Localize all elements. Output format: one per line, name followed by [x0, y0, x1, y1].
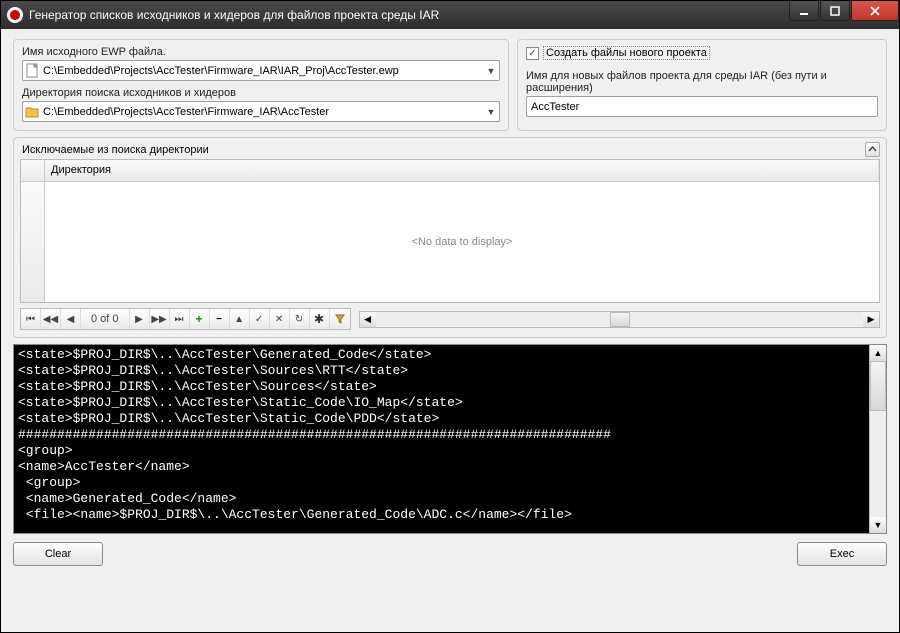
minimize-button[interactable]: [789, 1, 819, 21]
create-project-label[interactable]: Создать файлы нового проекта: [543, 46, 710, 60]
nav-first-button[interactable]: ⏮: [21, 309, 41, 329]
close-button[interactable]: [851, 1, 899, 21]
nav-next-button[interactable]: ▶: [130, 309, 150, 329]
app-icon: [7, 7, 23, 23]
chevron-up-icon: [868, 145, 877, 154]
scroll-right-icon[interactable]: ▶: [863, 312, 879, 327]
minimize-icon: [799, 6, 809, 16]
chevron-down-icon[interactable]: ▼: [483, 66, 499, 76]
nav-prevpage-button[interactable]: ◀◀: [41, 309, 61, 329]
grid-gutter: [21, 182, 45, 302]
ewp-path: C:\Embedded\Projects\AccTester\Firmware_…: [41, 65, 483, 77]
nav-counter: 0 of 0: [81, 309, 130, 329]
file-icon: [23, 63, 41, 78]
nav-edit-button[interactable]: ▲: [230, 309, 250, 329]
scroll-up-icon[interactable]: ▲: [870, 345, 886, 361]
folder-icon: [23, 106, 41, 118]
grid-hscrollbar[interactable]: ◀ ▶: [359, 311, 880, 328]
scroll-thumb[interactable]: [610, 312, 630, 327]
exec-button[interactable]: Exec: [797, 542, 887, 566]
ewp-combo[interactable]: C:\Embedded\Projects\AccTester\Firmware_…: [22, 60, 500, 81]
clear-button[interactable]: Clear: [13, 542, 103, 566]
nav-bookmark-button[interactable]: ✱: [310, 309, 330, 329]
excludes-title: Исключаемые из поиска директории: [20, 144, 211, 156]
nav-last-button[interactable]: ⏭: [170, 309, 190, 329]
nav-remove-button[interactable]: −: [210, 309, 230, 329]
newproj-panel: ✓ Создать файлы нового проекта Имя для н…: [517, 39, 887, 131]
newname-label: Имя для новых файлов проекта для среды I…: [526, 70, 878, 94]
nav-nextpage-button[interactable]: ▶▶: [150, 309, 170, 329]
searchdir-path: C:\Embedded\Projects\AccTester\Firmware_…: [41, 106, 483, 118]
col-directory[interactable]: Директория: [45, 160, 879, 181]
console-output[interactable]: <state>$PROJ_DIR$\..\AccTester\Generated…: [14, 345, 869, 533]
console-panel: <state>$PROJ_DIR$\..\AccTester\Generated…: [13, 344, 887, 534]
titlebar[interactable]: Генератор списков исходников и хидеров д…: [1, 1, 899, 29]
scroll-thumb[interactable]: [870, 361, 886, 411]
create-project-checkbox[interactable]: ✓: [526, 47, 539, 60]
scroll-track[interactable]: [870, 361, 886, 517]
grid-navigator: ⏮ ◀◀ ◀ 0 of 0 ▶ ▶▶ ⏭ + − ▲ ✓ ✕ ↻ ✱: [20, 308, 351, 330]
scroll-left-icon[interactable]: ◀: [360, 312, 376, 327]
funnel-icon: [335, 314, 345, 324]
nav-filter-button[interactable]: [330, 309, 350, 329]
maximize-icon: [830, 6, 840, 16]
nav-post-button[interactable]: ✓: [250, 309, 270, 329]
excludes-grid: Директория <No data to display>: [20, 159, 880, 303]
excludes-group: Исключаемые из поиска директории Директо…: [13, 137, 887, 338]
maximize-button[interactable]: [820, 1, 850, 21]
window-title: Генератор списков исходников и хидеров д…: [29, 8, 788, 22]
grid-gutter-header: [21, 160, 45, 181]
nav-add-button[interactable]: +: [190, 309, 210, 329]
nav-cancel-button[interactable]: ✕: [270, 309, 290, 329]
source-panel: Имя исходного EWP файла. C:\Embedded\Pro…: [13, 39, 509, 131]
searchdir-label: Директория поиска исходников и хидеров: [22, 87, 500, 99]
scroll-down-icon[interactable]: ▼: [870, 517, 886, 533]
close-icon: [870, 6, 880, 16]
nav-prev-button[interactable]: ◀: [61, 309, 81, 329]
nav-refresh-button[interactable]: ↻: [290, 309, 310, 329]
console-vscrollbar[interactable]: ▲ ▼: [869, 345, 886, 533]
newname-input[interactable]: AccTester: [526, 96, 878, 117]
ewp-label: Имя исходного EWP файла.: [22, 46, 500, 58]
collapse-button[interactable]: [865, 142, 880, 157]
searchdir-combo[interactable]: C:\Embedded\Projects\AccTester\Firmware_…: [22, 101, 500, 122]
app-window: Генератор списков исходников и хидеров д…: [0, 0, 900, 633]
chevron-down-icon[interactable]: ▼: [483, 107, 499, 117]
scroll-track[interactable]: [376, 312, 863, 327]
grid-empty: <No data to display>: [45, 182, 879, 302]
